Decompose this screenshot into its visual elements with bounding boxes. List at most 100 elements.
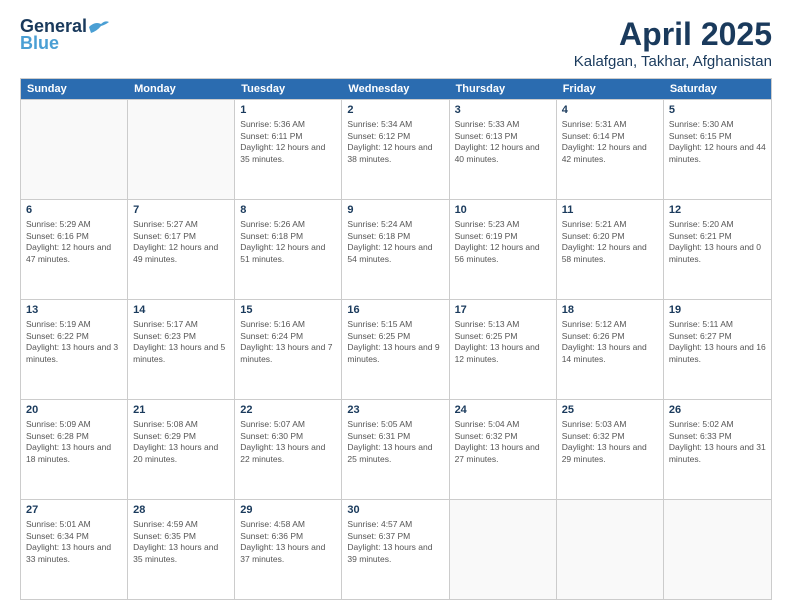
day-info: Sunrise: 5:02 AMSunset: 6:33 PMDaylight:… (669, 419, 766, 465)
sunset-info: Sunset: 6:25 PM (347, 331, 410, 341)
day-of-week-wednesday: Wednesday (342, 79, 449, 99)
logo-bird-icon (87, 19, 109, 35)
day-number: 20 (26, 403, 122, 418)
day-number: 11 (562, 203, 658, 218)
day-number: 2 (347, 103, 443, 118)
calendar-week-3: 13Sunrise: 5:19 AMSunset: 6:22 PMDayligh… (21, 299, 771, 399)
sunset-info: Sunset: 6:36 PM (240, 531, 303, 541)
sunset-info: Sunset: 6:28 PM (26, 431, 89, 441)
table-row: 6Sunrise: 5:29 AMSunset: 6:16 PMDaylight… (21, 200, 128, 299)
day-info: Sunrise: 5:05 AMSunset: 6:31 PMDaylight:… (347, 419, 443, 465)
daylight-info: Daylight: 12 hours and 47 minutes. (26, 242, 111, 263)
day-info: Sunrise: 5:26 AMSunset: 6:18 PMDaylight:… (240, 219, 336, 265)
calendar-title: April 2025 (574, 16, 772, 53)
sunset-info: Sunset: 6:30 PM (240, 431, 303, 441)
table-row: 10Sunrise: 5:23 AMSunset: 6:19 PMDayligh… (450, 200, 557, 299)
daylight-info: Daylight: 13 hours and 20 minutes. (133, 442, 218, 463)
day-info: Sunrise: 5:24 AMSunset: 6:18 PMDaylight:… (347, 219, 443, 265)
day-number: 3 (455, 103, 551, 118)
daylight-info: Daylight: 12 hours and 35 minutes. (240, 142, 325, 163)
sunset-info: Sunset: 6:20 PM (562, 231, 625, 241)
sunrise-info: Sunrise: 5:29 AM (26, 219, 91, 229)
day-info: Sunrise: 5:12 AMSunset: 6:26 PMDaylight:… (562, 319, 658, 365)
day-number: 17 (455, 303, 551, 318)
daylight-info: Daylight: 12 hours and 38 minutes. (347, 142, 432, 163)
table-row (128, 100, 235, 199)
sunset-info: Sunset: 6:18 PM (347, 231, 410, 241)
daylight-info: Daylight: 13 hours and 14 minutes. (562, 342, 647, 363)
day-number: 4 (562, 103, 658, 118)
day-info: Sunrise: 5:30 AMSunset: 6:15 PMDaylight:… (669, 119, 766, 165)
day-info: Sunrise: 5:27 AMSunset: 6:17 PMDaylight:… (133, 219, 229, 265)
day-of-week-sunday: Sunday (21, 79, 128, 99)
sunrise-info: Sunrise: 5:23 AM (455, 219, 520, 229)
sunrise-info: Sunrise: 5:16 AM (240, 319, 305, 329)
calendar-week-2: 6Sunrise: 5:29 AMSunset: 6:16 PMDaylight… (21, 199, 771, 299)
sunrise-info: Sunrise: 5:11 AM (669, 319, 733, 329)
day-number: 29 (240, 503, 336, 518)
daylight-info: Daylight: 13 hours and 22 minutes. (240, 442, 325, 463)
table-row (450, 500, 557, 599)
sunset-info: Sunset: 6:34 PM (26, 531, 89, 541)
daylight-info: Daylight: 13 hours and 25 minutes. (347, 442, 432, 463)
day-number: 22 (240, 403, 336, 418)
daylight-info: Daylight: 13 hours and 3 minutes. (26, 342, 118, 363)
table-row: 20Sunrise: 5:09 AMSunset: 6:28 PMDayligh… (21, 400, 128, 499)
table-row: 14Sunrise: 5:17 AMSunset: 6:23 PMDayligh… (128, 300, 235, 399)
logo-blue-text: Blue (20, 33, 59, 54)
day-info: Sunrise: 5:34 AMSunset: 6:12 PMDaylight:… (347, 119, 443, 165)
table-row: 15Sunrise: 5:16 AMSunset: 6:24 PMDayligh… (235, 300, 342, 399)
daylight-info: Daylight: 13 hours and 31 minutes. (669, 442, 766, 463)
table-row: 30Sunrise: 4:57 AMSunset: 6:37 PMDayligh… (342, 500, 449, 599)
day-info: Sunrise: 5:21 AM Sunset: 6:20 PMDaylight:… (562, 219, 658, 265)
daylight-info: Daylight: 12 hours and 54 minutes. (347, 242, 432, 263)
sunset-info: Sunset: 6:26 PM (562, 331, 625, 341)
day-info: Sunrise: 5:20 AMSunset: 6:21 PMDaylight:… (669, 219, 766, 265)
daylight-info: Daylight: 13 hours and 12 minutes. (455, 342, 540, 363)
header: General Blue April 2025 Kalafgan, Takhar… (20, 16, 772, 70)
day-info: Sunrise: 5:11 AMSunset: 6:27 PMDaylight:… (669, 319, 766, 365)
day-info: Sunrise: 5:31 AMSunset: 6:14 PMDaylight:… (562, 119, 658, 165)
day-number: 9 (347, 203, 443, 218)
sunrise-info: Sunrise: 5:08 AM (133, 419, 198, 429)
day-number: 18 (562, 303, 658, 318)
day-number: 14 (133, 303, 229, 318)
sunset-info: Sunset: 6:27 PM (669, 331, 732, 341)
table-row (664, 500, 771, 599)
daylight-info: Daylight: 12 hours and 58 minutes. (562, 242, 647, 263)
sunset-info: Sunset: 6:35 PM (133, 531, 196, 541)
calendar-week-5: 27Sunrise: 5:01 AMSunset: 6:34 PMDayligh… (21, 499, 771, 599)
table-row: 28Sunrise: 4:59 AMSunset: 6:35 PMDayligh… (128, 500, 235, 599)
calendar-body: 1Sunrise: 5:36 AMSunset: 6:11 PMDaylight… (21, 99, 771, 599)
sunrise-info: Sunrise: 5:21 AM (562, 219, 627, 229)
sunset-info: Sunset: 6:23 PM (133, 331, 196, 341)
sunset-info: Sunset: 6:22 PM (26, 331, 89, 341)
sunset-info: Sunset: 6:15 PM (669, 131, 732, 141)
table-row: 4Sunrise: 5:31 AMSunset: 6:14 PMDaylight… (557, 100, 664, 199)
table-row (21, 100, 128, 199)
daylight-info: Daylight: 12 hours and 42 minutes. (562, 142, 647, 163)
table-row: 9Sunrise: 5:24 AMSunset: 6:18 PMDaylight… (342, 200, 449, 299)
day-number: 16 (347, 303, 443, 318)
day-number: 25 (562, 403, 658, 418)
table-row: 27Sunrise: 5:01 AMSunset: 6:34 PMDayligh… (21, 500, 128, 599)
sunset-info: Sunset: 6:24 PM (240, 331, 303, 341)
sunrise-info: Sunrise: 5:33 AM (455, 119, 520, 129)
sunset-info: Sunset: 6:19 PM (455, 231, 518, 241)
sunset-info: Sunset: 6:12 PM (347, 131, 410, 141)
table-row: 3Sunrise: 5:33 AMSunset: 6:13 PMDaylight… (450, 100, 557, 199)
day-number: 6 (26, 203, 122, 218)
sunrise-info: Sunrise: 5:04 AM (455, 419, 520, 429)
table-row: 16Sunrise: 5:15 AMSunset: 6:25 PMDayligh… (342, 300, 449, 399)
daylight-info: Daylight: 12 hours and 40 minutes. (455, 142, 540, 163)
day-of-week-monday: Monday (128, 79, 235, 99)
sunrise-info: Sunrise: 5:27 AM (133, 219, 198, 229)
sunrise-info: Sunrise: 5:01 AM (26, 519, 91, 529)
day-number: 27 (26, 503, 122, 518)
sunset-info: Sunset: 6:32 PM (562, 431, 625, 441)
day-info: Sunrise: 5:23 AMSunset: 6:19 PMDaylight:… (455, 219, 551, 265)
day-number: 28 (133, 503, 229, 518)
day-info: Sunrise: 5:19 AMSunset: 6:22 PMDaylight:… (26, 319, 122, 365)
daylight-info: Daylight: 13 hours and 29 minutes. (562, 442, 647, 463)
table-row: 21Sunrise: 5:08 AMSunset: 6:29 PMDayligh… (128, 400, 235, 499)
